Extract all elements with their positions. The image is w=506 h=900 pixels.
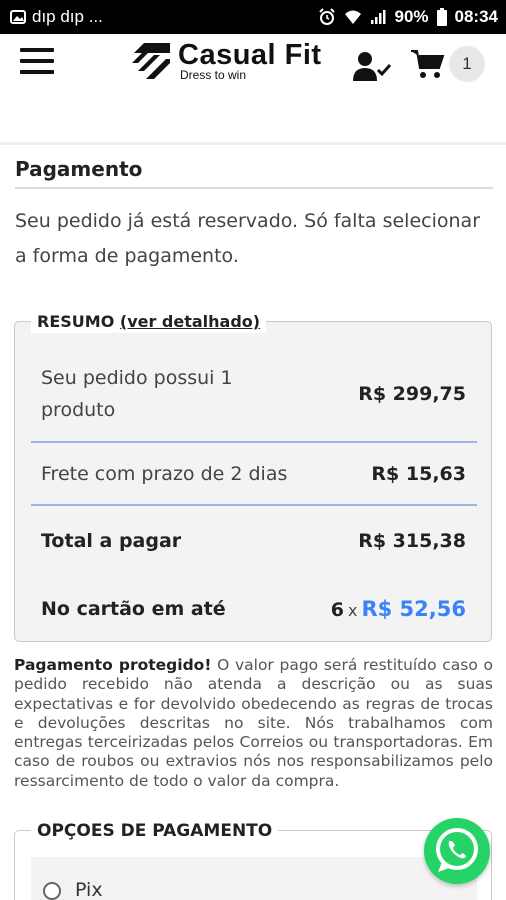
installment-amount: R$ 52,56 — [361, 597, 466, 621]
summary-row-products: Seu pedido possui 1 produto R$ 299,75 — [41, 364, 466, 424]
summary-legend-label: RESUMO — [37, 312, 115, 331]
shipping-label: Frete com prazo de 2 dias — [41, 463, 288, 485]
status-bar-right: 90% 08:34 — [318, 7, 498, 27]
view-details-link[interactable]: (ver detalhado) — [120, 312, 260, 331]
brand-logo[interactable]: Casual Fit Dress to win — [130, 38, 322, 84]
menu-icon[interactable] — [20, 48, 54, 76]
whatsapp-icon — [436, 828, 478, 872]
image-notification-icon — [10, 10, 26, 24]
cart-count-badge[interactable]: 1 — [449, 46, 485, 82]
alarm-icon — [319, 8, 336, 25]
summary-divider — [31, 504, 477, 506]
status-notification-text: dıp dıp ... — [32, 7, 103, 26]
shipping-value: R$ 15,63 — [371, 463, 466, 485]
status-bar: dıp dıp ... 90% 08:34 — [0, 0, 506, 34]
payment-options: OPÇOES DE PAGAMENTO Pix — [14, 820, 492, 900]
installments-times: x — [348, 601, 358, 620]
pix-radio[interactable] — [43, 882, 61, 900]
total-label: Total a pagar — [41, 530, 182, 552]
installments-value: 6 x R$ 52,56 — [331, 597, 466, 621]
battery-icon — [436, 8, 447, 26]
signal-icon — [371, 10, 386, 24]
page-title: Pagamento — [15, 157, 143, 181]
cart-icon[interactable] — [410, 48, 446, 80]
protection-heading: Pagamento protegido! — [14, 656, 212, 674]
summary-divider — [31, 441, 477, 443]
pix-label[interactable]: Pix — [75, 879, 103, 900]
installments-count: 6 — [330, 599, 344, 621]
products-label: Seu pedido possui 1 produto — [41, 367, 233, 421]
installments-label: No cartão em até — [41, 598, 226, 620]
summary-row-total: Total a pagar R$ 315,38 — [41, 526, 466, 556]
summary-row-installments: No cartão em até 6 x R$ 52,56 — [41, 594, 466, 624]
summary-legend: RESUMO (ver detalhado) — [31, 311, 267, 333]
title-divider — [15, 187, 493, 189]
battery-percent: 90% — [394, 7, 429, 26]
brand-name: Casual Fit — [178, 39, 322, 71]
protection-text: O valor pago será restituído caso o pedi… — [14, 656, 493, 790]
user-check-icon[interactable] — [352, 50, 392, 82]
products-value: R$ 299,75 — [358, 383, 466, 405]
order-summary: RESUMO (ver detalhado) Seu pedido possui… — [14, 311, 492, 642]
brand-text: Casual Fit Dress to win — [178, 39, 322, 82]
payment-options-legend: OPÇOES DE PAGAMENTO — [31, 820, 279, 842]
status-bar-left: dıp dıp ... — [10, 7, 103, 27]
app-header: Casual Fit Dress to win 1 — [0, 34, 506, 90]
whatsapp-button[interactable] — [424, 818, 490, 884]
logo-stripes-icon — [132, 43, 170, 79]
summary-row-shipping: Frete com prazo de 2 dias R$ 15,63 — [41, 459, 466, 489]
payment-protection-note: Pagamento protegido! O valor pago será r… — [14, 656, 493, 791]
intro-text: Seu pedido já está reservado. Só falta s… — [15, 210, 480, 267]
total-value: R$ 315,38 — [358, 530, 466, 552]
status-time: 08:34 — [454, 7, 498, 26]
header-divider — [0, 142, 506, 145]
wifi-icon — [345, 10, 362, 24]
